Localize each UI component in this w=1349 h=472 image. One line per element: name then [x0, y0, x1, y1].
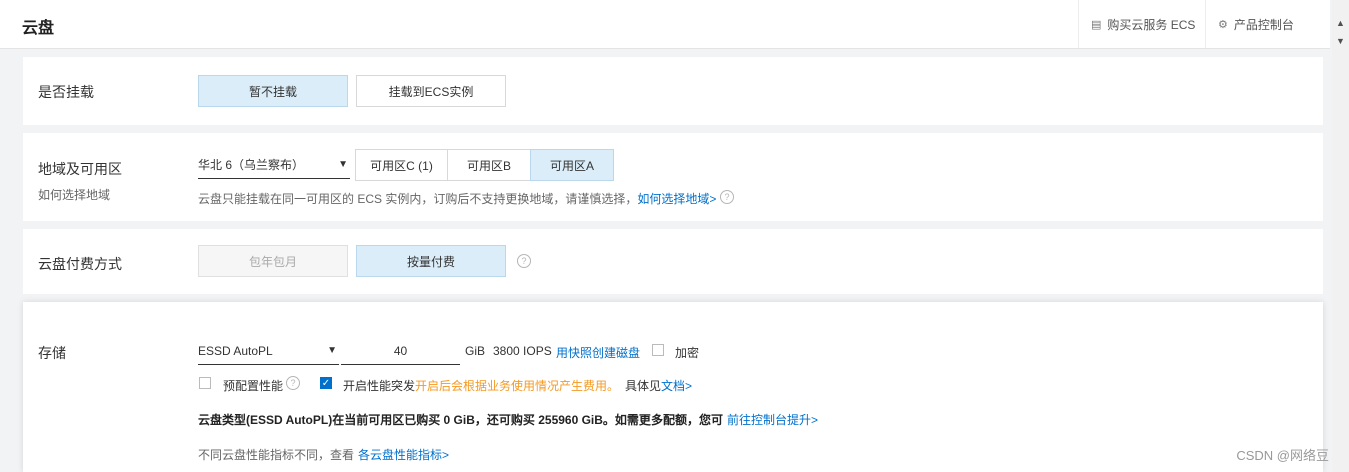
provisioned-checkbox[interactable]: [199, 377, 211, 389]
perf-row: 不同云盘性能指标不同，查看 各云盘性能指标>: [198, 446, 449, 463]
console-label: 产品控制台: [1233, 17, 1294, 32]
burst-label: 开启性能突发: [343, 379, 416, 393]
chevron-up-icon[interactable]: ▲: [1336, 18, 1345, 28]
server-icon: ▤: [1091, 18, 1102, 31]
zone-b-button[interactable]: 可用区B: [447, 149, 531, 181]
mount-section: 是否挂载 暂不挂载 挂载到ECS实例: [23, 57, 1323, 125]
top-bar: 云盘 ▤ 购买云服务 ECS ⚙ 产品控制台: [0, 0, 1330, 49]
caret-down-icon: ▼: [327, 345, 337, 356]
mount-label: 是否挂载: [38, 84, 94, 100]
gear-icon: ⚙: [1218, 18, 1228, 31]
help-icon[interactable]: ?: [517, 254, 531, 268]
help-icon[interactable]: ?: [286, 376, 300, 390]
chevron-down-icon[interactable]: ▼: [1336, 36, 1345, 46]
quota-row: 云盘类型(ESSD AutoPL)在当前可用区已购买 0 GiB，还可购买 25…: [198, 411, 818, 428]
region-help-label[interactable]: 如何选择地域: [38, 186, 110, 203]
watermark: CSDN @网络豆: [1236, 448, 1329, 463]
snapshot-link[interactable]: 用快照创建磁盘: [556, 344, 640, 361]
pay-as-you-go-button[interactable]: 按量付费: [356, 245, 506, 277]
scrollbar[interactable]: ▲ ▼: [1332, 0, 1349, 472]
encrypt-label: 加密: [675, 346, 700, 360]
perf-link[interactable]: 各云盘性能指标>: [358, 448, 449, 462]
zone-a-button[interactable]: 可用区A: [530, 149, 614, 181]
burst-row: 开启性能突发开启后会根据业务使用情况产生费用。 具体见文档>: [343, 377, 692, 394]
region-section: 地域及可用区 如何选择地域 华北 6（乌兰察布） ▼ 可用区C (1) 可用区B…: [23, 133, 1323, 221]
buy-ecs-link[interactable]: ▤ 购买云服务 ECS: [1078, 0, 1217, 48]
disk-type-value: ESSD AutoPL: [198, 343, 273, 358]
region-select-value: 华北 6（乌兰察布）: [198, 158, 305, 172]
storage-label: 存储: [38, 345, 66, 361]
help-icon[interactable]: ?: [720, 190, 734, 204]
burst-warning: 开启后会根据业务使用情况产生费用。: [415, 379, 620, 393]
quota-text: 云盘类型(ESSD AutoPL)在当前可用区已购买 0 GiB，还可购买 25…: [198, 413, 723, 427]
no-mount-button[interactable]: 暂不挂载: [198, 75, 348, 107]
provisioned-label: 预配置性能: [223, 379, 284, 393]
page-title: 云盘: [22, 20, 55, 37]
disk-type-select[interactable]: ESSD AutoPL ▼: [198, 337, 339, 365]
mount-ecs-button[interactable]: 挂载到ECS实例: [356, 75, 506, 107]
encrypt-checkbox[interactable]: [652, 344, 664, 356]
zone-c-button[interactable]: 可用区C (1): [355, 149, 448, 181]
console-link[interactable]: ⚙ 产品控制台: [1205, 0, 1334, 48]
region-select[interactable]: 华北 6（乌兰察布） ▼: [198, 151, 350, 179]
iops-value: 3800 IOPS: [493, 344, 552, 358]
disk-size-value: 40: [393, 343, 408, 358]
perf-text: 不同云盘性能指标不同，查看: [198, 448, 355, 462]
quota-link[interactable]: 前往控制台提升>: [727, 413, 818, 427]
caret-down-icon: ▼: [338, 159, 348, 170]
billing-section: 云盘付费方式 包年包月 按量付费 ?: [23, 229, 1323, 294]
burst-checkbox[interactable]: ✓: [320, 377, 332, 389]
region-note: 云盘只能挂载在同一可用区的 ECS 实例内，订购后不支持更换地域，请谨慎选择，如…: [198, 190, 716, 207]
burst-doc-link[interactable]: 文档>: [661, 379, 692, 393]
region-note-text: 云盘只能挂载在同一可用区的 ECS 实例内，订购后不支持更换地域，请谨慎选择，: [198, 192, 638, 206]
size-unit: GiB: [465, 344, 486, 358]
buy-ecs-label: 购买云服务 ECS: [1107, 17, 1196, 32]
disk-size-input[interactable]: 40: [341, 337, 460, 365]
burst-detail: 具体见: [625, 379, 662, 393]
region-guide-link[interactable]: 如何选择地域>: [637, 192, 716, 206]
subscription-button[interactable]: 包年包月: [198, 245, 348, 277]
region-label: 地域及可用区: [38, 161, 122, 177]
billing-label: 云盘付费方式: [38, 256, 122, 272]
storage-section: 存储 ESSD AutoPL ▼ 40 GiB 3800 IOPS 用快照创建磁…: [23, 302, 1323, 472]
